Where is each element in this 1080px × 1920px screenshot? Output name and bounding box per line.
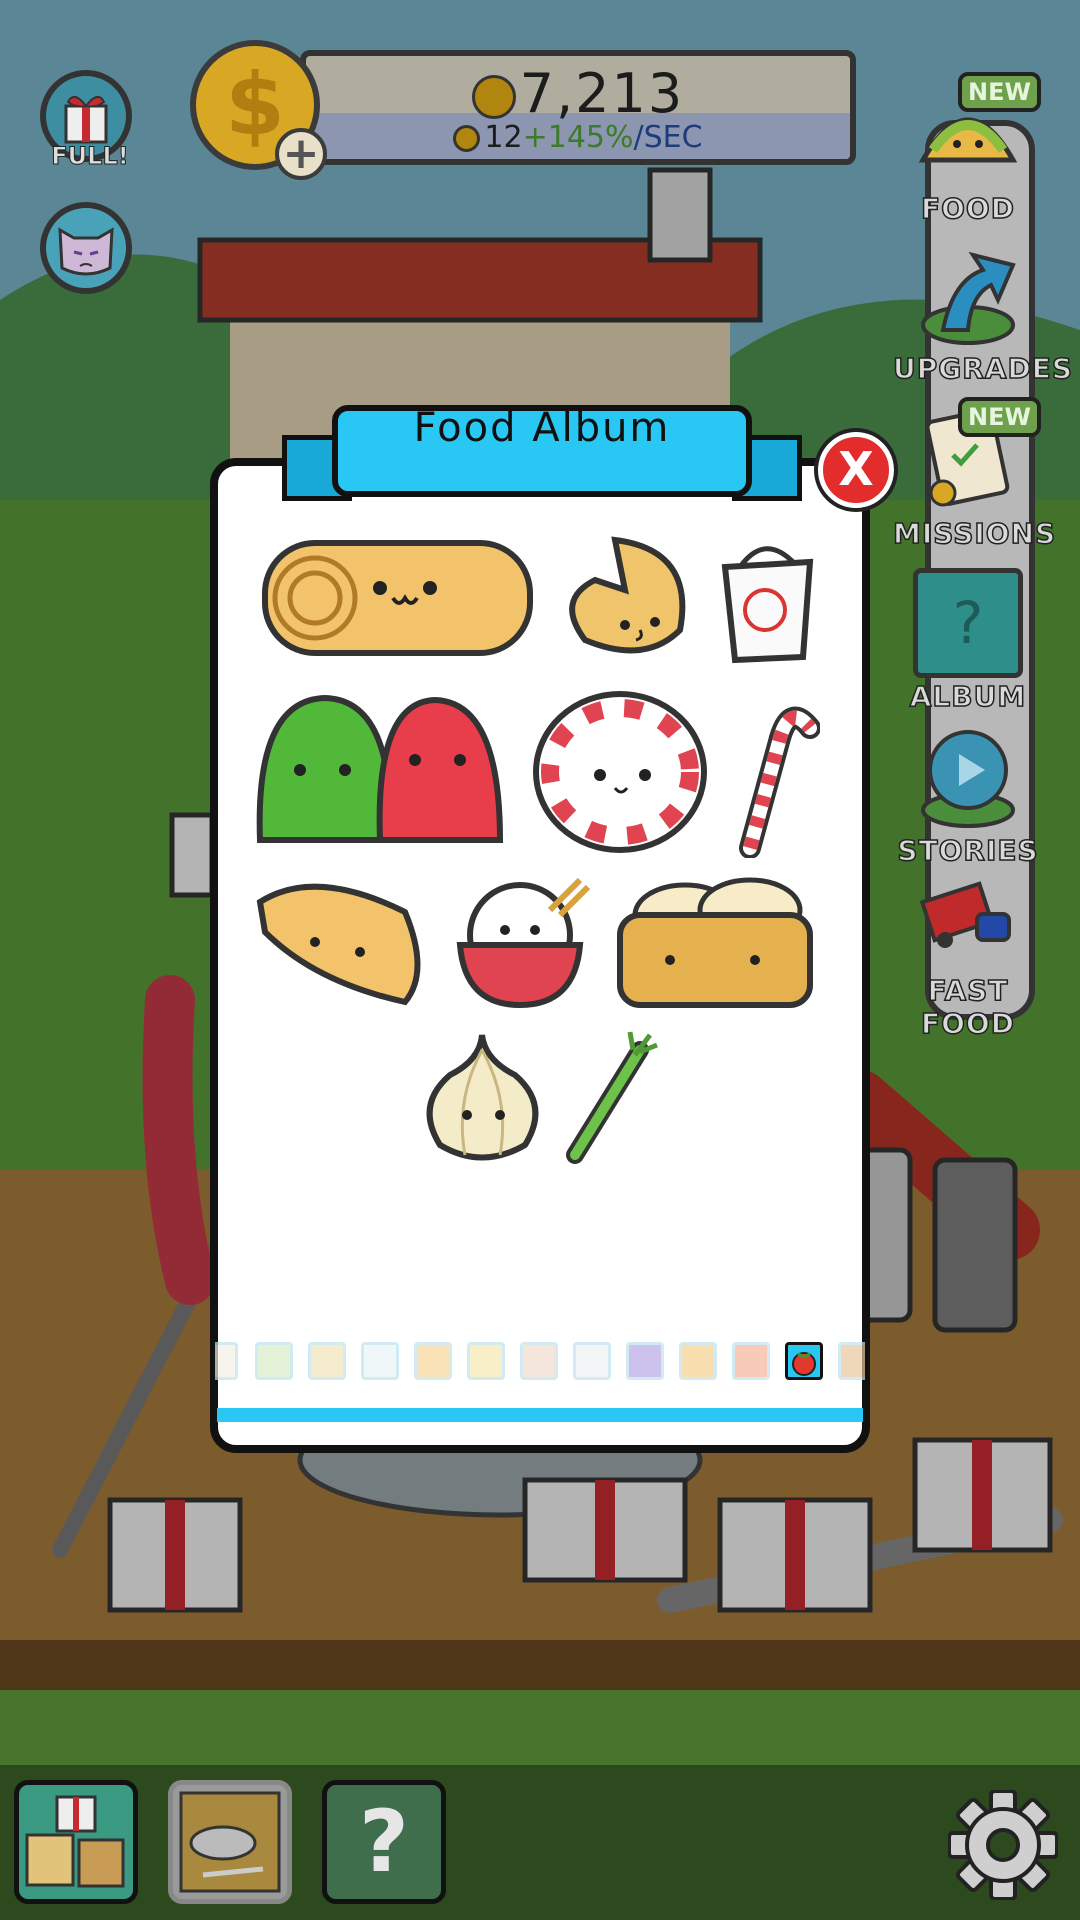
album-page-thumb[interactable] bbox=[732, 1342, 770, 1380]
green-onion-item[interactable] bbox=[565, 1030, 660, 1165]
album-page-thumb[interactable] bbox=[361, 1342, 399, 1380]
coin-icon bbox=[471, 75, 516, 120]
album-page-thumb[interactable] bbox=[626, 1342, 664, 1380]
settings-button[interactable] bbox=[947, 1789, 1059, 1901]
onion-icon bbox=[426, 1034, 539, 1161]
candy-cane-icon bbox=[739, 706, 820, 858]
album-page-thumb[interactable] bbox=[573, 1342, 611, 1380]
takeout-box-icon bbox=[721, 546, 814, 664]
menu-fast-food[interactable]: FAST FOOD bbox=[893, 862, 1043, 1041]
candy-cane-item[interactable] bbox=[730, 688, 820, 858]
album-page-thumb[interactable] bbox=[308, 1342, 346, 1380]
gift-boxes-button[interactable] bbox=[14, 1780, 138, 1904]
up-arrow-icon bbox=[913, 240, 1023, 350]
play-bubble-icon bbox=[913, 722, 1023, 832]
plate-icon bbox=[179, 1791, 281, 1893]
truck-icon bbox=[913, 862, 1023, 972]
cat-button[interactable] bbox=[40, 202, 132, 294]
dim-sum-basket-item[interactable] bbox=[615, 875, 815, 1010]
fortune-cookie-icon bbox=[569, 536, 686, 654]
gift-boxes-icon bbox=[25, 1795, 125, 1888]
coin-total: 7,213 bbox=[306, 62, 850, 125]
album-page-thumb[interactable] bbox=[414, 1342, 452, 1380]
close-button[interactable]: X bbox=[814, 428, 898, 512]
peppermint-icon bbox=[533, 691, 707, 853]
coin-rate: 12+145%/SEC bbox=[306, 120, 850, 155]
peppermint-item[interactable] bbox=[530, 690, 710, 855]
mystery-map-button[interactable]: ? bbox=[322, 1780, 446, 1904]
gumdrops-icon bbox=[256, 694, 504, 843]
coin-icon bbox=[453, 125, 481, 152]
gear-icon bbox=[947, 1789, 1059, 1901]
menu-upgrades[interactable]: UPGRADES bbox=[892, 240, 1073, 386]
album-page-thumb-active[interactable] bbox=[785, 1342, 823, 1380]
gift-status-label: FULL! bbox=[51, 142, 129, 171]
bottom-bar bbox=[0, 1765, 1080, 1920]
question-mark-icon: ? bbox=[359, 1792, 409, 1892]
album-page-thumbnails bbox=[215, 1340, 865, 1384]
coin-counter: 7,213 12+145%/SEC bbox=[300, 50, 856, 165]
tomato-icon bbox=[792, 1352, 816, 1376]
rice-bowl-item[interactable] bbox=[450, 875, 595, 1010]
dumpling-icon bbox=[256, 883, 421, 1006]
menu-stories[interactable]: STORIES bbox=[893, 722, 1043, 868]
egg-roll-item[interactable] bbox=[255, 528, 540, 668]
buy-coins-button[interactable]: + bbox=[275, 128, 327, 180]
green-onion-icon bbox=[566, 1031, 658, 1164]
rice-bowl-icon bbox=[456, 877, 591, 1009]
dim-sum-basket-icon bbox=[617, 877, 813, 1008]
album-page-thumb[interactable] bbox=[838, 1342, 865, 1380]
menu-missions[interactable]: MISSIONS NEW bbox=[892, 397, 1056, 551]
new-badge: NEW bbox=[958, 72, 1041, 112]
gumdrops-item[interactable] bbox=[255, 690, 505, 850]
album-page-thumb[interactable] bbox=[255, 1342, 293, 1380]
menu-album[interactable]: ? ALBUM bbox=[893, 568, 1043, 714]
grumpy-cat-icon bbox=[58, 227, 114, 276]
album-page-thumb[interactable] bbox=[215, 1342, 238, 1380]
egg-roll-icon bbox=[262, 540, 533, 656]
onion-item[interactable] bbox=[415, 1030, 550, 1165]
album-page-thumb[interactable] bbox=[520, 1342, 558, 1380]
new-badge: NEW bbox=[958, 397, 1041, 437]
album-page-thumb[interactable] bbox=[679, 1342, 717, 1380]
dumpling-item[interactable] bbox=[255, 872, 430, 1012]
album-title: Food Album bbox=[413, 405, 671, 451]
plate-button[interactable] bbox=[168, 1780, 292, 1904]
book-question-icon: ? bbox=[913, 568, 1023, 678]
takeout-box-item[interactable] bbox=[715, 532, 820, 667]
album-scroll-bar[interactable] bbox=[217, 1408, 863, 1422]
album-page-thumb[interactable] bbox=[467, 1342, 505, 1380]
album-title-ribbon: Food Album bbox=[282, 405, 802, 505]
fortune-cookie-item[interactable] bbox=[555, 530, 695, 665]
menu-food[interactable]: FOOD NEW bbox=[893, 72, 1043, 226]
